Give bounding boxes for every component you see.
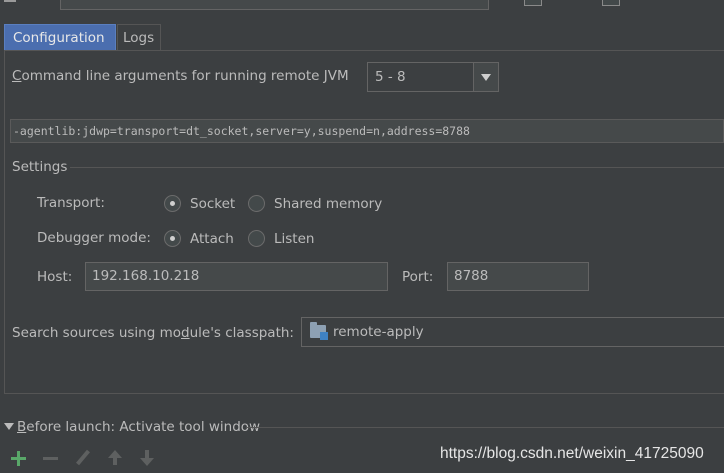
jdk-version-combo[interactable]: 5 - 8 [367, 62, 499, 92]
jdk-version-value: 5 - 8 [375, 69, 406, 85]
transport-shared-memory-label[interactable]: Shared memory [274, 196, 382, 212]
module-name: remote-apply [333, 324, 424, 340]
before-launch-label[interactable]: Before launch: Activate tool window [17, 419, 260, 435]
arrow-down-icon[interactable] [138, 448, 158, 468]
arrow-up-icon[interactable] [106, 448, 126, 468]
minus-icon[interactable] [41, 448, 61, 468]
module-classpath-label: Search sources using module's classpath: [12, 325, 294, 341]
transport-label: Transport: [37, 195, 105, 211]
debugger-mode-attach-label[interactable]: Attach [190, 231, 234, 247]
jvm-args-field[interactable]: -agentlib:jdwp=transport=dt_socket,serve… [10, 119, 724, 143]
debugger-mode-listen-radio[interactable] [248, 230, 265, 247]
watermark-text: https://blog.csdn.net/weixin_41725090 [440, 445, 704, 462]
command-line-label: Command line arguments for running remot… [12, 68, 349, 84]
debugger-mode-listen-label[interactable]: Listen [274, 231, 314, 247]
debugger-mode-label: Debugger mode: [37, 230, 151, 246]
module-folder-icon [310, 322, 328, 340]
collapse-triangle-icon[interactable] [4, 423, 14, 430]
transport-socket-radio[interactable] [164, 195, 181, 212]
tab-configuration[interactable]: Configuration [4, 24, 116, 51]
port-label: Port: [402, 269, 434, 285]
module-classpath-combo[interactable]: remote-apply [301, 317, 724, 347]
chevron-down-icon[interactable] [473, 63, 498, 91]
host-input[interactable]: 192.168.10.218 [85, 262, 388, 291]
tab-logs[interactable]: Logs [117, 24, 161, 51]
transport-shared-memory-radio[interactable] [248, 195, 265, 212]
config-name-field[interactable] [60, 0, 489, 10]
before-launch-divider [246, 427, 724, 428]
settings-title: Settings [12, 159, 68, 175]
window-menu-line [4, 0, 16, 2]
pencil-icon[interactable] [72, 448, 92, 468]
host-label: Host: [37, 269, 73, 285]
top-checkbox[interactable] [524, 0, 542, 6]
port-input[interactable]: 8788 [447, 262, 589, 291]
debugger-mode-attach-radio[interactable] [164, 230, 181, 247]
settings-divider [70, 167, 724, 168]
top-checkbox[interactable] [602, 0, 620, 6]
transport-socket-label[interactable]: Socket [190, 196, 235, 212]
plus-icon[interactable] [9, 448, 29, 468]
